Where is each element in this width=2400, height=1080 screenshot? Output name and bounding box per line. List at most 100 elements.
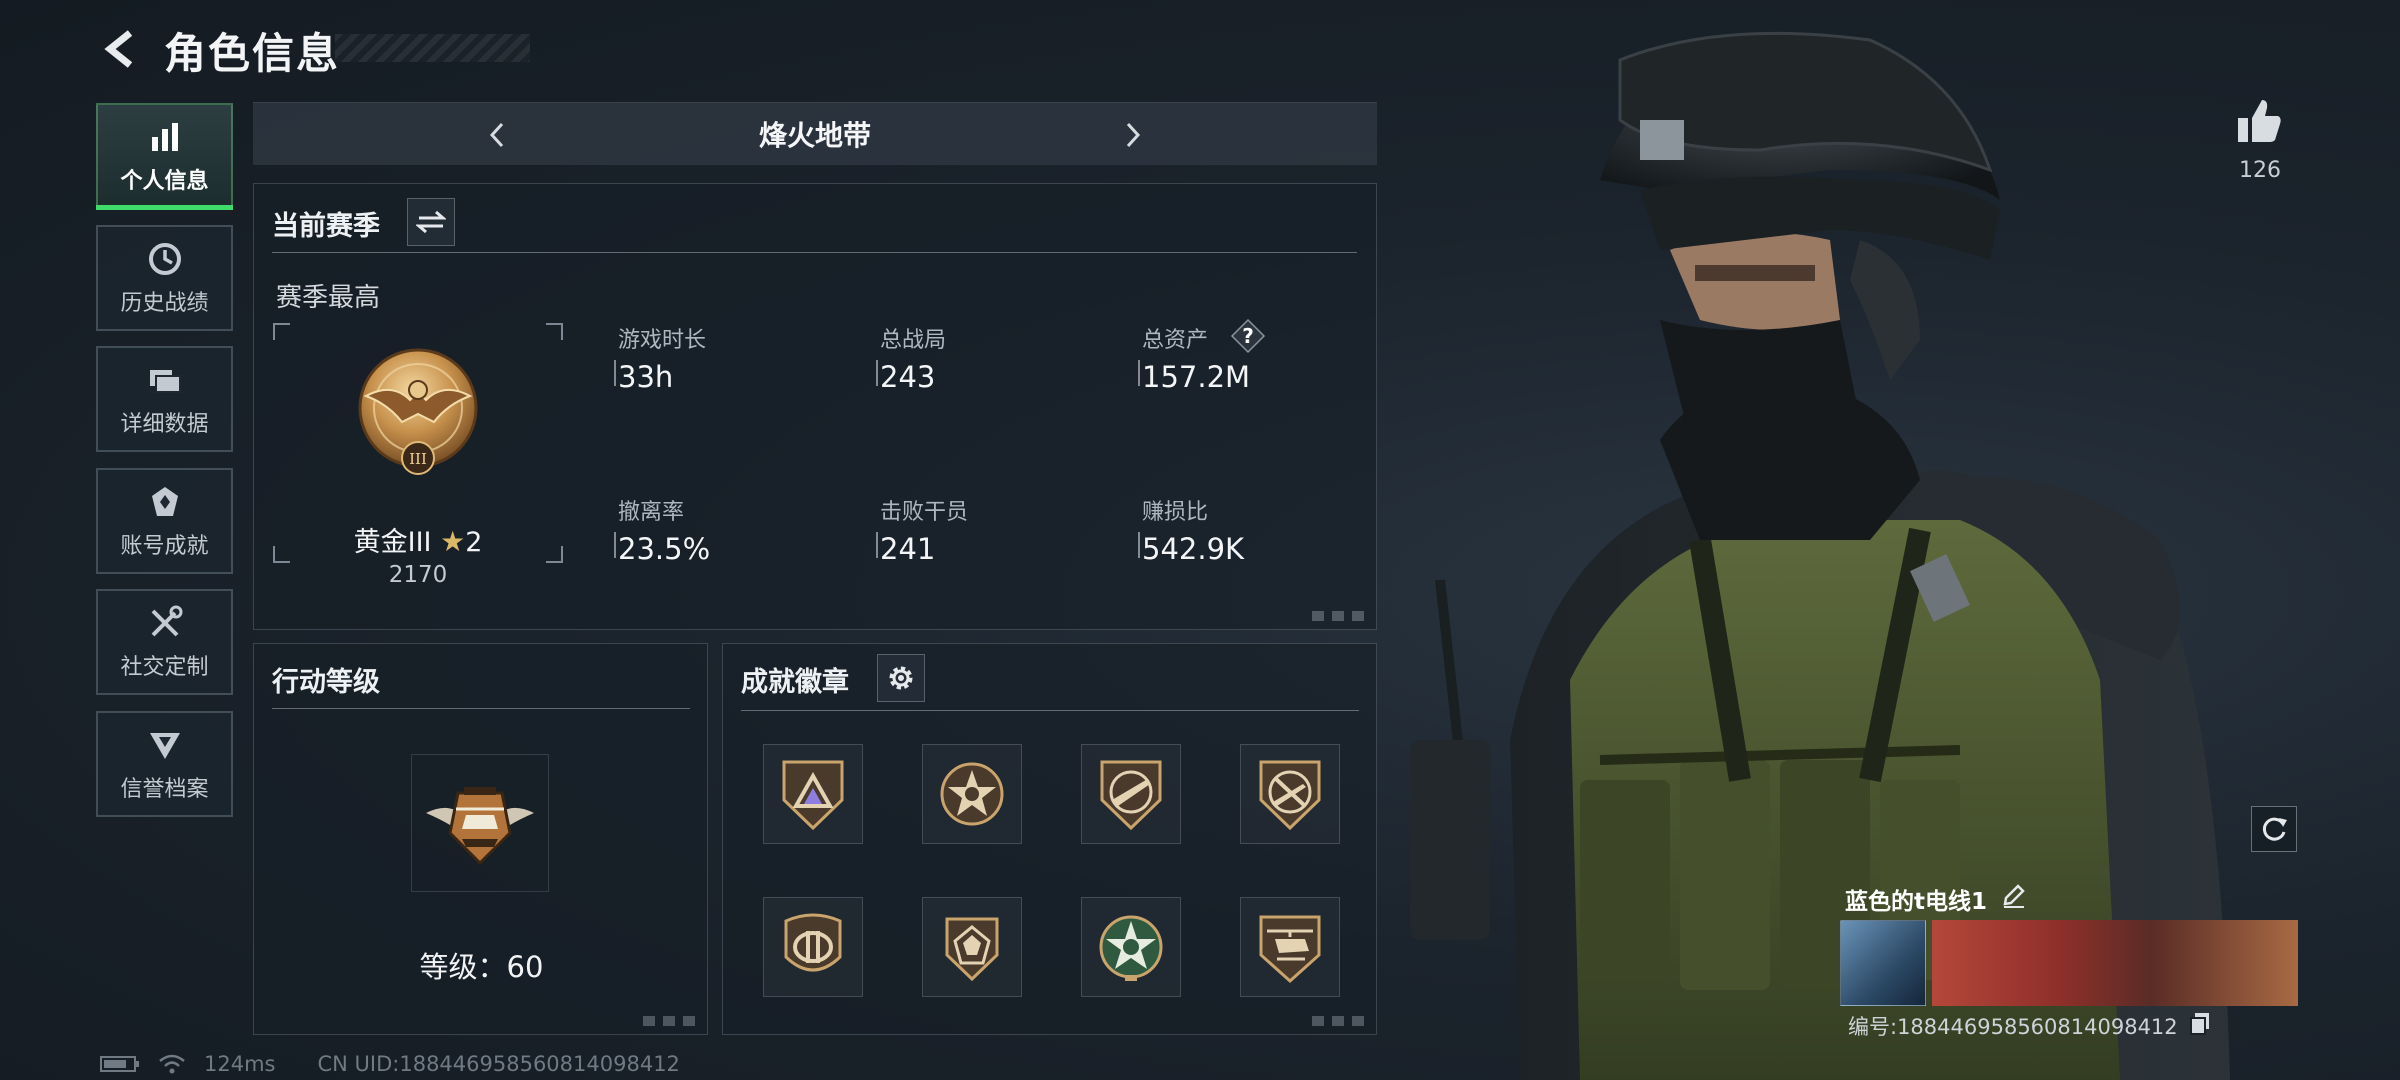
refresh-icon bbox=[2262, 817, 2287, 841]
folder-icon bbox=[149, 370, 181, 393]
stat-marker bbox=[876, 532, 878, 558]
badges-panel: 成就徽章 bbox=[722, 643, 1377, 1035]
stat-value: 157.2M bbox=[1142, 360, 1251, 394]
history-clock-icon bbox=[148, 243, 181, 275]
thumbs-up-icon bbox=[2238, 100, 2281, 142]
mode-next-button[interactable] bbox=[1111, 113, 1155, 157]
helicopter-wings-badge-icon bbox=[426, 787, 534, 866]
svg-text:III: III bbox=[409, 450, 427, 468]
cn-uid: CN UID:1884469585608140984​12 bbox=[317, 1052, 680, 1076]
reputation-icon bbox=[149, 733, 180, 759]
player-name: 蓝色的t电线1 bbox=[1845, 889, 1987, 915]
mode-name: 烽火地带 bbox=[758, 119, 871, 152]
divider bbox=[741, 710, 1359, 711]
season-best-label: 赛季最高 bbox=[276, 283, 381, 313]
stat-value: 33h bbox=[618, 360, 674, 394]
achievement-badge[interactable] bbox=[1240, 744, 1340, 844]
action-level-panel: 行动等级 等级：60 bbox=[253, 643, 708, 1035]
season-panel: 当前赛季 赛季最高 III 黄金III ★2 2170 游戏时长 33h 总战局… bbox=[253, 183, 1377, 630]
stat-value: 241 bbox=[880, 532, 936, 566]
player-avatar[interactable] bbox=[1840, 920, 1926, 1006]
nav-item-personal-info[interactable]: 个人信息 bbox=[96, 103, 233, 210]
stat-label: 总资产 bbox=[1142, 328, 1209, 353]
action-level-title: 行动等级 bbox=[272, 667, 380, 698]
stat-marker bbox=[614, 360, 616, 386]
bar-chart-icon bbox=[151, 123, 178, 151]
edit-name-button[interactable] bbox=[2000, 882, 2030, 912]
stat-label: 总战局 bbox=[880, 328, 947, 353]
no-rifle-shield-badge-icon bbox=[1259, 760, 1321, 831]
season-switch-button[interactable] bbox=[407, 198, 455, 246]
nav-label: 账号成就 bbox=[120, 534, 209, 559]
nav-label: 个人信息 bbox=[120, 169, 209, 194]
nav-label: 社交定制 bbox=[120, 655, 209, 680]
rank-name: 黄金III bbox=[353, 527, 432, 558]
nav-label: 详细数据 bbox=[120, 412, 209, 437]
panel-decoration bbox=[1312, 611, 1368, 621]
achievement-badge[interactable] bbox=[763, 897, 863, 997]
mode-selector: 烽火地带 bbox=[253, 102, 1377, 165]
achievement-badge[interactable] bbox=[1081, 897, 1181, 997]
battery-icon bbox=[100, 1056, 139, 1072]
stat-marker bbox=[1138, 532, 1140, 558]
stat-label: 游戏时长 bbox=[618, 328, 707, 353]
total-assets-help-button[interactable]: ? bbox=[1230, 318, 1266, 354]
nav-item-history[interactable]: 历史战绩 bbox=[96, 225, 233, 331]
refresh-model-button[interactable] bbox=[2251, 806, 2297, 852]
badges-settings-button[interactable] bbox=[877, 654, 925, 702]
panel-decoration bbox=[1312, 1016, 1368, 1026]
stat-value: 243 bbox=[880, 360, 936, 394]
like-button[interactable] bbox=[2234, 96, 2284, 152]
achievement-badge[interactable] bbox=[922, 897, 1022, 997]
stat-value: 23.5% bbox=[618, 532, 711, 566]
stat-marker bbox=[1138, 360, 1140, 386]
action-level-text: 等级：60 bbox=[419, 950, 544, 984]
copy-id-button[interactable] bbox=[2189, 1011, 2213, 1037]
nav-item-social-custom[interactable]: 社交定制 bbox=[96, 589, 233, 695]
gold-rank-medal-icon: III bbox=[358, 348, 478, 475]
star-round-badge-icon bbox=[940, 762, 1004, 826]
action-level-badge-frame bbox=[411, 754, 549, 892]
stat-value: 542.9K bbox=[1142, 532, 1245, 566]
stat-marker bbox=[876, 360, 878, 386]
page-title: 角色信息 bbox=[164, 29, 341, 78]
nav-item-achievements[interactable]: 账号成就 bbox=[96, 468, 233, 574]
helicopter-badge-icon bbox=[1259, 915, 1321, 984]
achievement-badge[interactable] bbox=[1081, 744, 1181, 844]
player-id: 编号:1884469585608140984​12 bbox=[1848, 1015, 2178, 1039]
nav-item-reputation[interactable]: 信誉档案 bbox=[96, 711, 233, 817]
achievement-badge[interactable] bbox=[922, 744, 1022, 844]
rank-stars: 2 bbox=[465, 527, 483, 558]
back-button[interactable] bbox=[96, 22, 148, 76]
tools-icon bbox=[151, 605, 182, 637]
help-mark: ? bbox=[1242, 324, 1254, 348]
nav-label: 信誉档案 bbox=[120, 777, 209, 802]
copy-icon bbox=[2190, 1013, 2209, 1035]
nav-item-detailed-data[interactable]: 详细数据 bbox=[96, 346, 233, 452]
rank-points: 2170 bbox=[388, 562, 448, 588]
ping-value: 124ms bbox=[204, 1052, 276, 1076]
chevron-right-icon bbox=[1126, 122, 1141, 148]
badges-title: 成就徽章 bbox=[741, 667, 849, 698]
rank-star-icon: ★ bbox=[440, 525, 466, 558]
stat-label: 击败干员 bbox=[880, 500, 969, 525]
like-count: 126 bbox=[2239, 158, 2281, 183]
triangle-shield-badge-icon bbox=[782, 760, 844, 831]
pencil-icon bbox=[2003, 884, 2025, 908]
stat-marker bbox=[614, 532, 616, 558]
nav-label: 历史战绩 bbox=[120, 291, 209, 316]
panel-decoration bbox=[643, 1016, 699, 1026]
wifi-icon bbox=[159, 1054, 185, 1074]
achievement-badge[interactable] bbox=[763, 744, 863, 844]
achievement-icon bbox=[151, 487, 178, 516]
rank-frame: III 黄金III ★2 2170 bbox=[272, 322, 564, 588]
status-bar: 124ms CN UID:1884469585608140984​12 bbox=[100, 1052, 680, 1076]
mode-prev-button[interactable] bbox=[475, 113, 519, 157]
back-arrow-icon bbox=[104, 30, 133, 68]
player-banner[interactable] bbox=[1932, 920, 2298, 1006]
achievement-badge[interactable] bbox=[1240, 897, 1340, 997]
swap-arrows-icon bbox=[416, 210, 446, 234]
green-star-badge-icon bbox=[1099, 915, 1163, 981]
geometric-shield-badge-icon bbox=[945, 917, 999, 982]
parallel-shield-badge-icon bbox=[784, 913, 842, 972]
